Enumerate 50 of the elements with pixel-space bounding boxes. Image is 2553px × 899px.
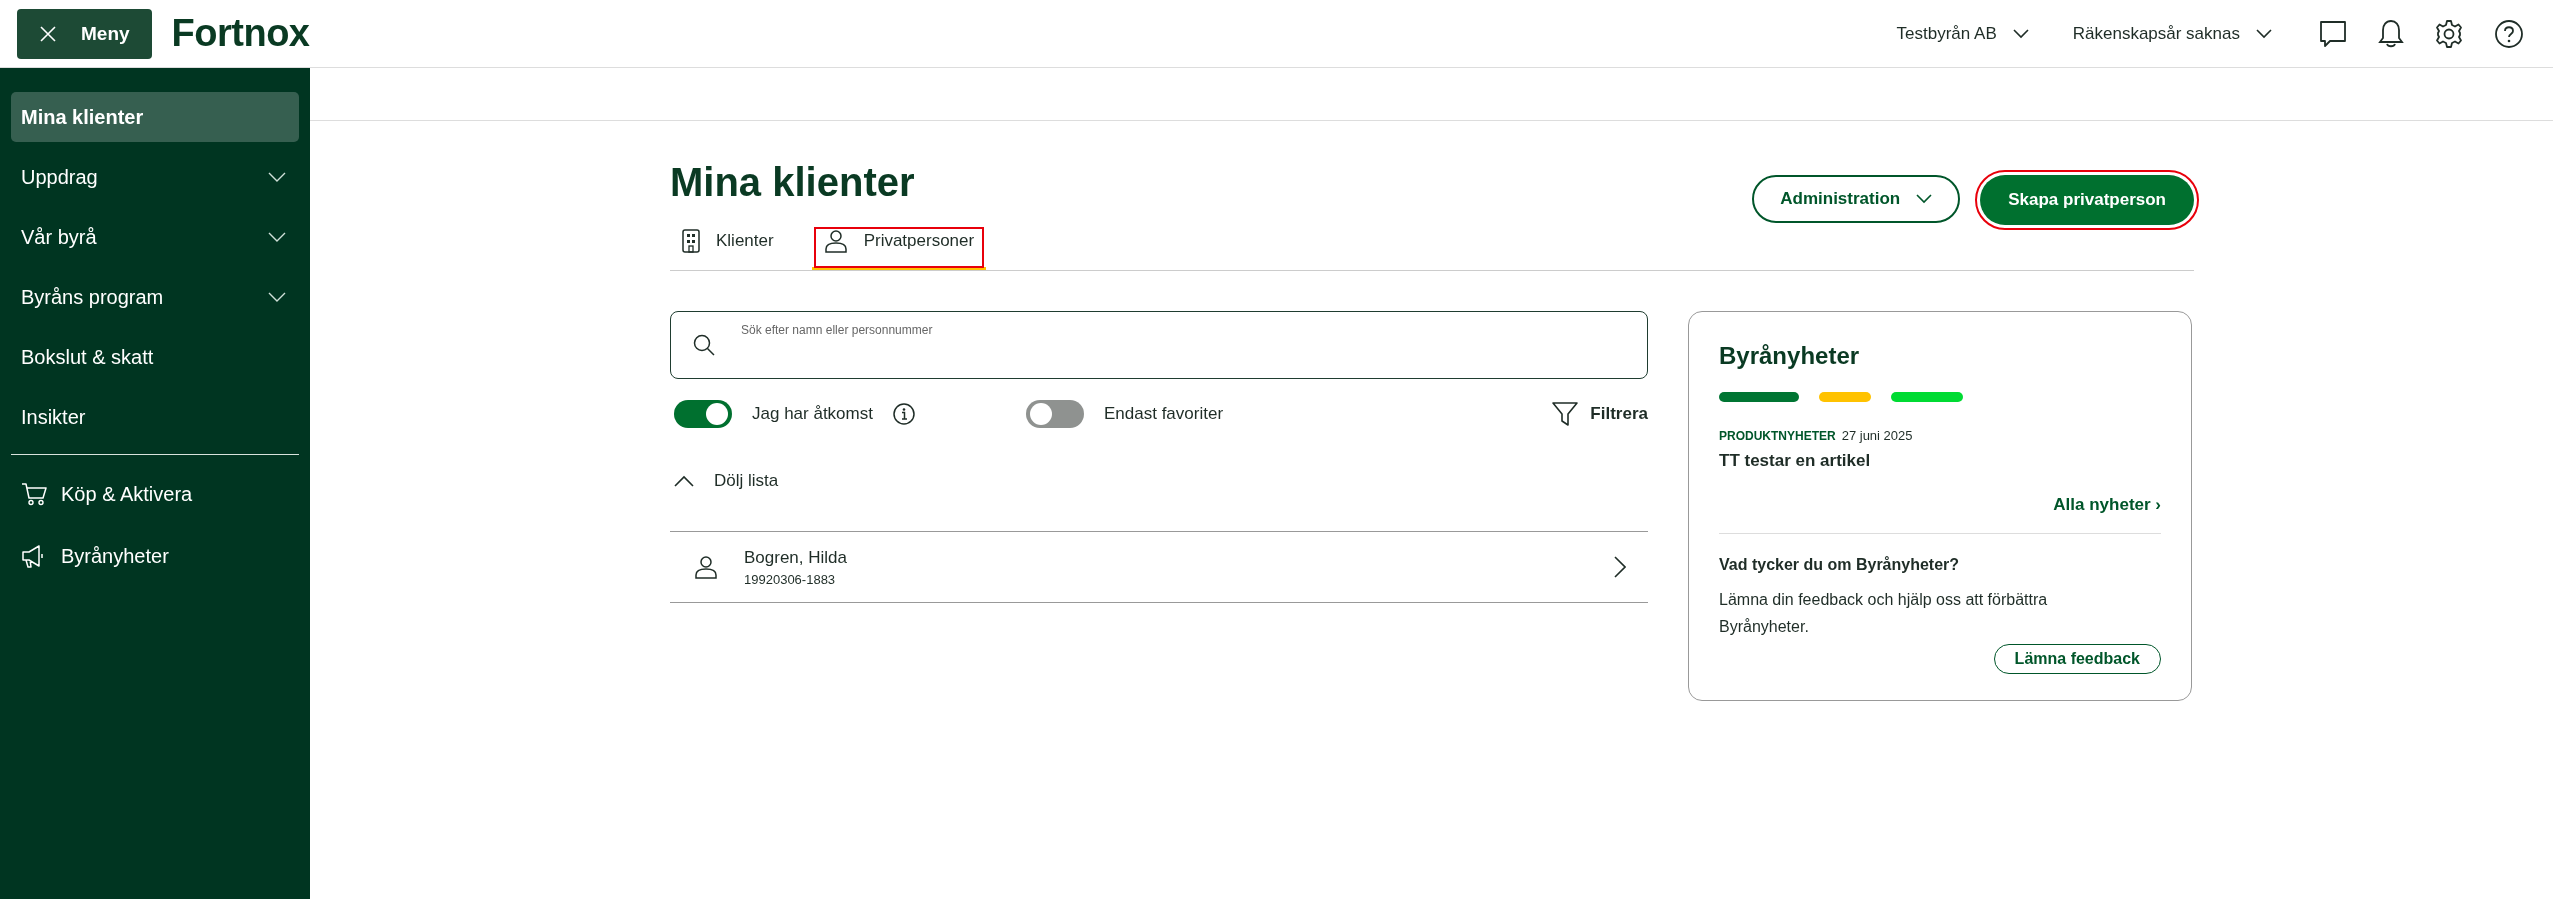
- chevron-up-icon: [674, 475, 694, 487]
- toggle-switch[interactable]: [1026, 400, 1084, 428]
- all-news-link[interactable]: Alla nyheter ›: [2053, 495, 2161, 515]
- tab[interactable]: Privatpersoner: [811, 225, 987, 270]
- funnel-icon: [1552, 402, 1579, 426]
- sidebar-item[interactable]: Byrånyheter: [11, 531, 299, 581]
- help-icon[interactable]: [2494, 18, 2524, 49]
- company-selector[interactable]: Räkenskapsår saknas: [2072, 23, 2272, 44]
- article-title[interactable]: TT testar en artikel: [1719, 451, 2161, 471]
- settings-icon[interactable]: [2434, 18, 2464, 49]
- chevron-down-icon: [2012, 28, 2029, 39]
- client-name: Bogren, Hilda: [744, 547, 847, 568]
- chevron-down-icon: [1916, 194, 1933, 204]
- sidebar-item[interactable]: Uppdrag: [11, 152, 299, 202]
- administration-button[interactable]: Administration: [1752, 175, 1961, 223]
- toggle-label: Jag har åtkomst: [752, 404, 873, 424]
- client-row[interactable]: Bogren, Hilda 19920306-1883: [670, 532, 1648, 603]
- info-icon[interactable]: [892, 403, 915, 425]
- toggle-switch[interactable]: [674, 400, 732, 428]
- company-selector[interactable]: Testbyrån AB: [1896, 23, 2029, 44]
- personal-number: 19920306-1883: [744, 571, 837, 587]
- menu-button[interactable]: Meny: [17, 8, 152, 59]
- sidebar-item[interactable]: Mina klienter: [11, 92, 299, 142]
- toggle-label: Endast favoriter: [1104, 404, 1224, 424]
- search-icon: [692, 333, 716, 357]
- chevron-right-icon: [1614, 556, 1626, 578]
- notification-bell-icon[interactable]: [2378, 18, 2404, 49]
- news-category: PRODUKTNYHETER: [1719, 429, 1836, 443]
- page-title: Mina klienter: [670, 159, 916, 206]
- tab[interactable]: Klienter: [670, 225, 786, 270]
- card-title: Byrånyheter: [1719, 342, 1861, 370]
- logo[interactable]: Fortnox: [171, 12, 310, 55]
- feedback-text: Lämna din feedback och hjälp oss att förbättra Byrånyheter.: [1719, 590, 2049, 637]
- sidebar-item[interactable]: Köp & Aktivera: [11, 469, 299, 519]
- chat-icon[interactable]: [2318, 18, 2348, 49]
- search-field[interactable]: Sök efter namn eller personnummer: [670, 311, 1648, 379]
- feedback-question: Vad tycker du om Byrånyheter?: [1719, 556, 1961, 574]
- hide-list-button[interactable]: Dölj lista: [674, 471, 779, 491]
- close-icon: [39, 24, 57, 43]
- sidebar-item[interactable]: Bokslut & skatt: [11, 332, 299, 382]
- person-icon: [823, 229, 848, 253]
- sidebar-item[interactable]: Insikter: [11, 392, 299, 442]
- filter-button[interactable]: Filtrera: [1552, 402, 1648, 426]
- chevron-down-icon: [2256, 28, 2272, 39]
- news-date: 27 juni 2025: [1841, 428, 1913, 443]
- building-icon: [682, 229, 700, 253]
- shopping-cart-icon: [21, 482, 47, 506]
- sidebar-item[interactable]: Byråns program: [11, 272, 299, 322]
- person-icon: [694, 555, 718, 579]
- sidebar-item[interactable]: Vår byrå: [11, 212, 299, 262]
